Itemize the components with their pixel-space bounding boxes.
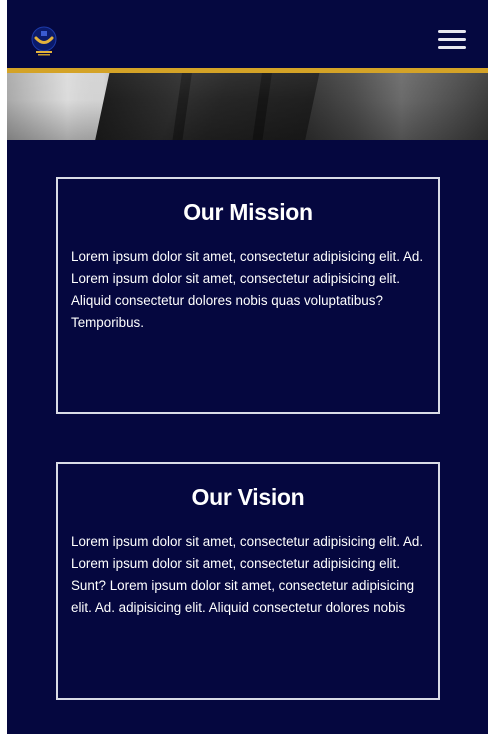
hero-image xyxy=(7,73,488,140)
navbar xyxy=(7,0,488,68)
vision-title: Our Vision xyxy=(191,484,305,510)
vision-text: Lorem ipsum dolor sit amet, consectetur … xyxy=(71,534,424,615)
mission-title: Our Mission xyxy=(183,199,313,225)
page: Our Mission Lorem ipsum dolor sit amet, … xyxy=(7,0,488,734)
mission-text: Lorem ipsum dolor sit amet, consectetur … xyxy=(71,249,424,330)
menu-bar xyxy=(438,30,466,33)
university-crest-icon[interactable] xyxy=(29,26,59,56)
hero-shade xyxy=(7,73,488,140)
hamburger-menu-icon[interactable] xyxy=(436,28,468,52)
menu-bar xyxy=(438,46,466,49)
menu-bar xyxy=(438,38,466,41)
vision-card: Our Vision Lorem ipsum dolor sit amet, c… xyxy=(56,462,440,700)
mission-card: Our Mission Lorem ipsum dolor sit amet, … xyxy=(56,177,440,414)
